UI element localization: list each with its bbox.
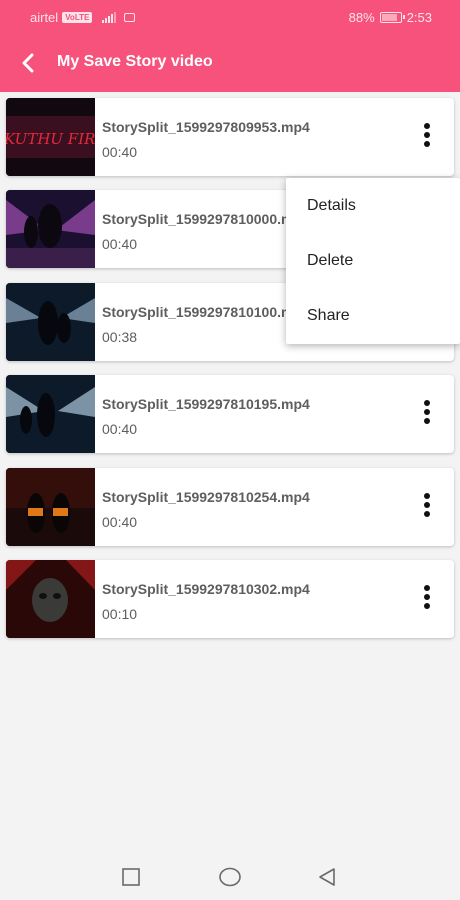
thumbnail-text: KUTHU FIRE <box>6 130 95 148</box>
video-duration: 00:40 <box>102 144 138 160</box>
message-icon <box>124 13 136 22</box>
home-circle-icon[interactable] <box>218 867 242 892</box>
clock: 2:53 <box>406 10 432 25</box>
video-duration: 00:40 <box>102 514 138 530</box>
video-duration: 00:38 <box>102 329 138 345</box>
more-vert-icon[interactable] <box>422 123 432 151</box>
video-thumbnail <box>6 190 95 268</box>
video-item[interactable]: StorySplit_1599297810195.mp4 00:40 <box>6 375 454 453</box>
popup-menu: Details Delete Share <box>286 178 460 344</box>
back-arrow-icon[interactable] <box>16 50 42 76</box>
recents-square-icon[interactable] <box>121 867 141 892</box>
back-triangle-icon[interactable] <box>317 867 337 892</box>
video-thumbnail <box>6 283 95 361</box>
video-thumbnail <box>6 560 95 638</box>
status-bar: airtel VoLTE 88% 2:53 <box>0 0 460 34</box>
video-item[interactable]: KUTHU FIRE StorySplit_1599297809953.mp4 … <box>6 98 454 176</box>
more-vert-icon[interactable] <box>422 493 432 521</box>
page-title: My Save Story video <box>57 53 213 70</box>
menu-item-delete[interactable]: Delete <box>307 252 353 270</box>
more-vert-icon[interactable] <box>422 400 432 428</box>
video-filename: StorySplit_1599297809953.mp4 <box>102 119 310 135</box>
menu-item-details[interactable]: Details <box>307 197 356 215</box>
video-filename: StorySplit_1599297810100.mp4 <box>102 304 310 320</box>
video-item[interactable]: StorySplit_1599297810302.mp4 00:10 <box>6 560 454 638</box>
carrier-name: airtel <box>30 10 59 25</box>
status-right: 88% 2:53 <box>349 10 432 25</box>
menu-item-share[interactable]: Share <box>307 307 350 325</box>
video-filename: StorySplit_1599297810000.mp4 <box>102 211 310 227</box>
volte-badge: VoLTE <box>62 12 93 23</box>
battery-icon <box>379 12 405 23</box>
video-duration: 00:10 <box>102 606 138 622</box>
video-duration: 00:40 <box>102 236 138 252</box>
video-thumbnail <box>6 468 95 546</box>
video-duration: 00:40 <box>102 421 138 437</box>
signal-icon <box>102 12 117 23</box>
video-thumbnail <box>6 375 95 453</box>
video-filename: StorySplit_1599297810302.mp4 <box>102 581 310 597</box>
app-bar: My Save Story video <box>0 34 460 92</box>
status-left: airtel VoLTE <box>30 10 136 25</box>
more-vert-icon[interactable] <box>422 585 432 613</box>
video-thumbnail: KUTHU FIRE <box>6 98 95 176</box>
video-filename: StorySplit_1599297810195.mp4 <box>102 396 310 412</box>
battery-percent: 88% <box>348 10 375 25</box>
video-item[interactable]: StorySplit_1599297810254.mp4 00:40 <box>6 468 454 546</box>
system-nav-bar <box>0 854 460 900</box>
video-filename: StorySplit_1599297810254.mp4 <box>102 489 310 505</box>
